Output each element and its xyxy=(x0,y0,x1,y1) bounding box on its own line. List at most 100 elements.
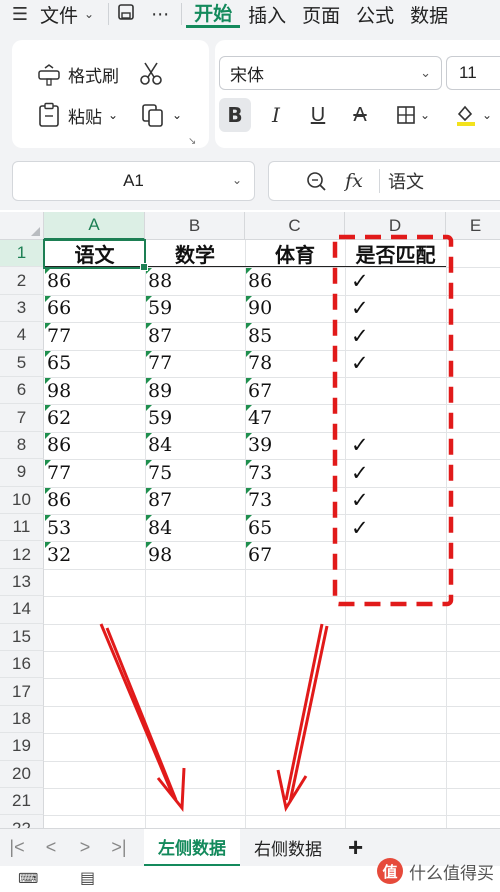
clipboard-expand-icon[interactable]: ↘ xyxy=(188,136,196,147)
data-cell[interactable]: 66 xyxy=(44,295,145,322)
row-header-2[interactable]: 2 xyxy=(0,267,44,295)
border-button[interactable]: ⌄ xyxy=(390,98,436,132)
data-cell[interactable]: 67 xyxy=(245,541,345,568)
data-cell[interactable]: 65 xyxy=(44,350,145,377)
data-cell[interactable]: 77 xyxy=(145,350,245,377)
formula-value[interactable]: 语文 xyxy=(388,168,424,194)
data-cell[interactable]: 59 xyxy=(145,404,245,431)
formula-bar[interactable]: fx 语文 xyxy=(268,161,500,201)
data-cell[interactable]: 84 xyxy=(145,514,245,541)
strikethrough-button[interactable]: A xyxy=(346,98,374,132)
name-box[interactable]: A1 ⌄ xyxy=(12,161,255,201)
font-size-select[interactable]: 11 xyxy=(446,56,500,90)
data-cell[interactable]: 86 xyxy=(44,267,145,294)
header-cell[interactable]: 是否匹配 xyxy=(345,240,446,268)
data-cell[interactable]: 67 xyxy=(245,377,345,404)
row-header-15[interactable]: 15 xyxy=(0,623,44,651)
first-sheet-icon[interactable]: |< xyxy=(0,837,34,858)
data-cell[interactable]: 77 xyxy=(44,459,145,486)
row-header-18[interactable]: 18 xyxy=(0,705,44,734)
select-all-corner[interactable] xyxy=(0,212,44,240)
row-header-17[interactable]: 17 xyxy=(0,678,44,706)
add-sheet-button[interactable]: + xyxy=(348,832,363,863)
more-icon[interactable]: ⋯ xyxy=(143,4,177,25)
sheet-tab-left-data[interactable]: 左侧数据 xyxy=(144,828,240,867)
row-header-8[interactable]: 8 xyxy=(0,431,44,460)
data-cell[interactable]: 73 xyxy=(245,459,345,486)
tab-insert[interactable]: 插入 xyxy=(240,0,294,28)
row-header-6[interactable]: 6 xyxy=(0,377,44,405)
data-cell[interactable]: 86 xyxy=(44,432,145,459)
row-header-19[interactable]: 19 xyxy=(0,733,44,761)
row-header-11[interactable]: 11 xyxy=(0,514,44,542)
data-cell[interactable]: 86 xyxy=(245,267,345,294)
match-check-cell[interactable]: ✓ xyxy=(345,295,446,322)
row-header-10[interactable]: 10 xyxy=(0,486,44,514)
menu-icon[interactable]: ☰ xyxy=(0,4,40,25)
row-header-7[interactable]: 7 xyxy=(0,404,44,432)
data-cell[interactable]: 89 xyxy=(145,377,245,404)
keyboard-icon[interactable]: ⌨ xyxy=(18,870,38,887)
column-header-a[interactable]: A xyxy=(44,212,145,240)
row-header-22[interactable]: 22 xyxy=(0,815,44,828)
match-check-cell[interactable]: ✓ xyxy=(345,432,446,459)
data-cell[interactable]: 87 xyxy=(145,322,245,349)
cut-button[interactable] xyxy=(138,60,164,86)
data-cell[interactable]: 62 xyxy=(44,404,145,431)
data-cell[interactable]: 90 xyxy=(245,295,345,322)
data-cell[interactable]: 32 xyxy=(44,541,145,568)
save-icon[interactable] xyxy=(109,2,143,27)
prev-sheet-icon[interactable]: < xyxy=(34,837,68,858)
last-sheet-icon[interactable]: >| xyxy=(102,837,136,858)
match-check-cell[interactable]: ✓ xyxy=(345,487,446,514)
data-cell[interactable]: 86 xyxy=(44,487,145,514)
zoom-icon[interactable] xyxy=(297,170,335,192)
row-header-20[interactable]: 20 xyxy=(0,760,44,788)
tab-home[interactable]: 开始 xyxy=(186,0,241,28)
data-cell[interactable]: 75 xyxy=(145,459,245,486)
match-check-cell[interactable]: ✓ xyxy=(345,514,446,541)
data-cell[interactable]: 47 xyxy=(245,404,345,431)
row-header-21[interactable]: 21 xyxy=(0,788,44,816)
paste-button[interactable]: 粘贴 ⌄ xyxy=(36,102,118,128)
file-menu[interactable]: 文件 ⌄ xyxy=(40,3,110,27)
fx-icon[interactable]: fx xyxy=(335,170,373,192)
data-cell[interactable]: 59 xyxy=(145,295,245,322)
data-cell[interactable]: 78 xyxy=(245,350,345,377)
row-header-12[interactable]: 12 xyxy=(0,541,44,569)
data-cell[interactable]: 39 xyxy=(245,432,345,459)
column-header-d[interactable]: D xyxy=(345,212,446,240)
data-cell[interactable]: 84 xyxy=(145,432,245,459)
match-check-cell[interactable] xyxy=(345,404,446,431)
match-check-cell[interactable]: ✓ xyxy=(345,459,446,486)
tab-data[interactable]: 数据 xyxy=(402,0,456,28)
match-check-cell[interactable]: ✓ xyxy=(345,322,446,349)
header-cell[interactable]: 体育 xyxy=(245,240,345,268)
data-cell[interactable]: 88 xyxy=(145,267,245,294)
row-header-3[interactable]: 3 xyxy=(0,294,44,323)
sheet-tab-right-data[interactable]: 右侧数据 xyxy=(240,829,336,867)
data-cell[interactable]: 73 xyxy=(245,487,345,514)
tab-formula[interactable]: 公式 xyxy=(348,0,402,28)
fill-color-button[interactable]: ⌄ xyxy=(448,98,498,132)
data-cell[interactable]: 85 xyxy=(245,322,345,349)
data-cell[interactable]: 87 xyxy=(145,487,245,514)
data-cell[interactable]: 65 xyxy=(245,514,345,541)
match-check-cell[interactable]: ✓ xyxy=(345,350,446,377)
row-header-5[interactable]: 5 xyxy=(0,349,44,377)
bold-button[interactable]: B xyxy=(219,98,251,132)
spreadsheet-grid[interactable]: ABCDE12345678910111213141516171819202122… xyxy=(0,212,500,828)
data-cell[interactable]: 53 xyxy=(44,514,145,541)
font-name-select[interactable]: 宋体 ⌄ xyxy=(219,56,442,90)
data-cell[interactable]: 77 xyxy=(44,322,145,349)
row-header-4[interactable]: 4 xyxy=(0,322,44,350)
data-cell[interactable]: 98 xyxy=(44,377,145,404)
data-cell[interactable]: 98 xyxy=(145,541,245,568)
row-header-1[interactable]: 1 xyxy=(0,240,44,268)
row-header-14[interactable]: 14 xyxy=(0,596,44,624)
next-sheet-icon[interactable]: > xyxy=(68,837,102,858)
row-header-16[interactable]: 16 xyxy=(0,651,44,679)
column-header-e[interactable]: E xyxy=(446,212,500,240)
format-painter-button[interactable]: 格式刷 xyxy=(36,62,119,87)
match-check-cell[interactable] xyxy=(345,541,446,568)
